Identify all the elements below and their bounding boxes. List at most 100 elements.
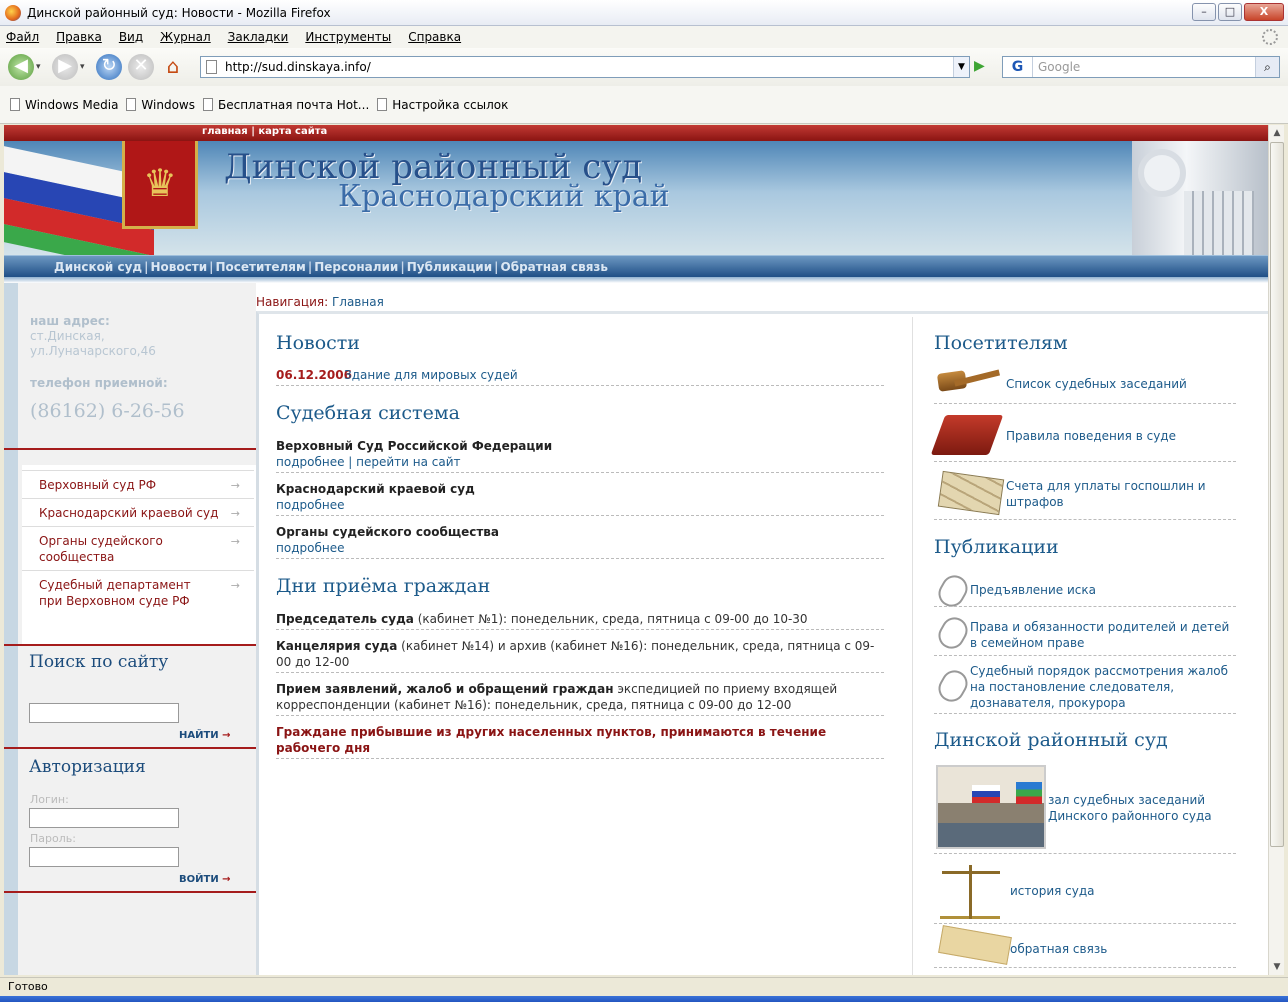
nav-news[interactable]: Новости: [151, 260, 208, 274]
scroll-down-icon[interactable]: ▼: [1269, 959, 1285, 975]
divider: [276, 472, 884, 473]
vertical-scrollbar[interactable]: ▲ ▼: [1268, 125, 1284, 975]
find-button[interactable]: НАЙТИ →: [179, 730, 231, 741]
window-title: Динской районный суд: Новости - Mozilla …: [27, 5, 331, 20]
news-title: Новости: [276, 332, 360, 354]
courtroom-photo[interactable]: [936, 765, 1046, 849]
judicial-community-title: Органы судейского сообщества: [276, 525, 499, 539]
publication-link-family[interactable]: Права и обязанности родителей и детей в …: [970, 619, 1230, 651]
nav-publications[interactable]: Публикации: [407, 260, 492, 274]
auth-title: Авторизация: [29, 757, 146, 777]
password-input[interactable]: [29, 847, 179, 867]
phone-number: (86162) 6-26-56: [30, 400, 185, 422]
menu-file[interactable]: Файл: [6, 30, 39, 44]
menu-bar: Файл Правка Вид Журнал Закладки Инструме…: [0, 26, 1288, 48]
search-engine-icon[interactable]: G: [1003, 57, 1033, 77]
side-link-regional-court[interactable]: Краснодарский краевой суд →: [22, 498, 254, 527]
judicial-community-more-link[interactable]: подробнее: [276, 541, 344, 555]
menu-history[interactable]: Журнал: [160, 30, 211, 44]
flag-icon: [972, 785, 1000, 803]
visitors-link-rules[interactable]: Правила поведения в суде: [1006, 428, 1176, 444]
back-arrow-icon[interactable]: ◀: [8, 54, 34, 80]
publication-link-claim[interactable]: Предъявление иска: [970, 582, 1096, 598]
login-input[interactable]: [29, 808, 179, 828]
nav-visitors[interactable]: Посетителям: [216, 260, 306, 274]
nav-feedback[interactable]: Обратная связь: [501, 260, 608, 274]
menu-view[interactable]: Вид: [119, 30, 143, 44]
url-text[interactable]: http://sud.dinskaya.info/: [225, 60, 371, 74]
supreme-court-more-link[interactable]: подробнее: [276, 455, 344, 469]
divider: [934, 853, 1236, 854]
arrow-right-icon: →: [230, 479, 240, 492]
side-link-supreme-court[interactable]: Верховный суд РФ →: [22, 470, 254, 499]
bookmark-customize-links[interactable]: Настройка ссылок: [377, 98, 508, 112]
visitors-link-hearings[interactable]: Список судебных заседаний: [1006, 376, 1187, 392]
divider: [934, 967, 1236, 968]
go-arrow-icon[interactable]: ▶: [974, 58, 994, 76]
bookmark-windows[interactable]: Windows: [126, 98, 195, 112]
divider: [934, 655, 1236, 656]
divider: [276, 385, 884, 386]
firefox-icon: [5, 4, 21, 21]
scroll-thumb[interactable]: [1270, 142, 1284, 847]
bookmark-hotmail[interactable]: Бесплатная почта Hot...: [203, 98, 369, 112]
menu-edit[interactable]: Правка: [56, 30, 102, 44]
arrow-right-icon: →: [222, 730, 231, 741]
side-link-judicial-community[interactable]: Органы судейского сообщества →: [22, 526, 254, 571]
court-link-history[interactable]: история суда: [1010, 883, 1095, 899]
nav-court[interactable]: Динской суд: [54, 260, 142, 274]
column-divider: [912, 317, 913, 975]
coat-of-arms-icon: ♛: [122, 141, 198, 229]
side-link-judicial-department[interactable]: Судебный департамент при Верховном суде …: [22, 570, 254, 615]
header-top-strip: [4, 125, 1268, 141]
breadcrumb-home[interactable]: Главная: [332, 295, 384, 309]
forward-history-dropdown[interactable]: ▾: [80, 62, 90, 72]
link-home[interactable]: главная: [202, 126, 248, 137]
maximize-button[interactable]: □: [1218, 3, 1242, 21]
court-link-hall[interactable]: зал судебных заседаний Динского районног…: [1048, 792, 1238, 824]
scroll-up-icon[interactable]: ▲: [1269, 125, 1285, 141]
url-dropdown-arrow-icon[interactable]: ▼: [953, 57, 969, 77]
search-placeholder[interactable]: Google: [1038, 60, 1080, 74]
bookmark-page-icon: [10, 98, 20, 111]
arrow-right-icon: →: [230, 535, 240, 548]
page-icon: [206, 60, 217, 74]
judicial-system-title: Судебная система: [276, 402, 460, 424]
bookmark-page-icon: [203, 98, 213, 111]
url-bar[interactable]: http://sud.dinskaya.info/ ▼: [200, 56, 970, 78]
news-link[interactable]: Здание для мировых судей: [344, 368, 518, 382]
menu-tools[interactable]: Инструменты: [305, 30, 391, 44]
court-link-feedback[interactable]: обратная связь: [1010, 941, 1107, 957]
nav-personnel[interactable]: Персоналии: [314, 260, 398, 274]
reload-icon[interactable]: ↻: [96, 54, 122, 80]
login-button[interactable]: ВОЙТИ →: [179, 874, 231, 885]
home-icon[interactable]: ⌂: [160, 54, 186, 80]
page-viewport: главная | карта сайта ♛ Динской районный…: [4, 125, 1268, 975]
menu-bookmarks[interactable]: Закладки: [228, 30, 289, 44]
bookmark-windows-media[interactable]: Windows Media: [10, 98, 118, 112]
bookmark-page-icon: [126, 98, 137, 111]
divider: [934, 923, 1236, 924]
site-search-input[interactable]: [29, 703, 179, 723]
regional-court-more-link[interactable]: подробнее: [276, 498, 344, 512]
menu-help[interactable]: Справка: [408, 30, 461, 44]
main-navigation: Динской суд | Новости | Посетителям | Персонал…: [4, 255, 1268, 277]
forward-arrow-icon[interactable]: ▶: [52, 54, 78, 80]
divider: [276, 715, 884, 716]
minimize-button[interactable]: –: [1192, 3, 1216, 21]
visitors-link-accounts[interactable]: Счета для уплаты госпошлин и штрафов: [1006, 478, 1226, 510]
link-sitemap[interactable]: карта сайта: [258, 126, 327, 137]
address-label: наш адрес:: [30, 314, 110, 328]
search-bar[interactable]: G Google ⌕: [1002, 56, 1280, 78]
news-date: 06.12.2006: [276, 368, 352, 382]
divider: [934, 519, 1236, 520]
publication-link-complaints[interactable]: Судебный порядок рассмотрения жалоб на п…: [970, 663, 1236, 711]
back-history-dropdown[interactable]: ▾: [36, 62, 46, 72]
supreme-court-site-link[interactable]: перейти на сайт: [356, 455, 460, 469]
arrow-right-icon: →: [222, 874, 231, 885]
close-button[interactable]: X: [1244, 3, 1284, 21]
supreme-court-title: Верховный Суд Российской Федерации: [276, 439, 553, 453]
stop-icon[interactable]: ✕: [128, 54, 154, 80]
flag-icon: [1016, 782, 1042, 804]
magnifier-icon[interactable]: ⌕: [1255, 57, 1279, 77]
